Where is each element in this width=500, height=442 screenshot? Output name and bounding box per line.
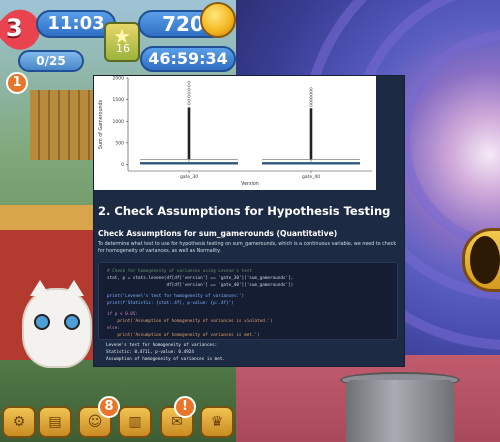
- outlier-point: [309, 104, 313, 107]
- outlier-point: [187, 91, 191, 95]
- event-countdown: 46:59:34: [140, 46, 236, 72]
- subsection-heading: Check Assumptions for sum_gamerounds (Qu…: [98, 229, 338, 238]
- output-line: Levene's test for homogeneity of varianc…: [106, 343, 218, 348]
- y-tick-label: 500: [115, 140, 124, 146]
- code-line: print(f'Statistic: {stat:.4f}, p-value: …: [107, 301, 234, 306]
- code-line: df[df['version'] == 'gate_40']['sum_game…: [107, 283, 294, 288]
- y-axis-label: Sum of Gamerounds: [98, 99, 104, 149]
- cell-output: Levene's test for homogeneity of varianc…: [98, 340, 398, 366]
- boxplot-chart: 0 500 1000 1500 2000 Sum of Gamerounds gate_30…: [98, 76, 372, 187]
- level-number: 16: [116, 42, 130, 55]
- cat-ear: [30, 280, 50, 296]
- outlier-point: [187, 102, 191, 106]
- cat-eye: [34, 314, 50, 330]
- events-badge: !: [174, 396, 196, 418]
- explanation-paragraph: To determine what test to use for hypoth…: [98, 242, 397, 254]
- code-line: # Check for homogeneity of variances usi…: [107, 269, 252, 274]
- chest-icon: ▤: [48, 414, 62, 430]
- leaderboard-button[interactable]: ▥: [118, 406, 152, 438]
- goals-progress[interactable]: 0/25: [18, 50, 84, 72]
- code-line: print('Assumption of homogeneity of vari…: [107, 333, 260, 338]
- code-cell[interactable]: # Check for homogeneity of variances usi…: [98, 262, 398, 340]
- outlier-point: [309, 90, 313, 93]
- y-tick-label: 1500: [113, 97, 125, 103]
- settings-button[interactable]: ⚙: [2, 406, 36, 438]
- x-tick-label: gate_40: [302, 174, 320, 180]
- lucky-cat-statue: [22, 280, 92, 368]
- leaderboard-icon: ▥: [128, 414, 142, 430]
- output-line: Assumption of homogeneity of variances i…: [106, 357, 225, 362]
- lives-count: 3: [6, 14, 23, 42]
- cat-ear: [64, 280, 84, 296]
- outlier-point: [187, 95, 191, 99]
- outlier-point: [309, 92, 313, 96]
- inbox-badge[interactable]: 1: [6, 72, 28, 94]
- y-tick-label: 2000: [113, 76, 125, 82]
- coin-icon[interactable]: [200, 2, 236, 38]
- season-button[interactable]: ♛: [200, 406, 234, 438]
- outlier-point: [309, 95, 313, 99]
- code-line: if p < 0.05:: [107, 312, 139, 317]
- code-line: stat, p = stats.levene(df[df['version'] …: [107, 276, 294, 281]
- outlier-point: [187, 84, 191, 88]
- code-line: print('Levene\'s test for homogeneity of…: [107, 294, 245, 299]
- trophy-icon: ♛: [210, 414, 224, 430]
- code-line: print('Assumption of homogeneity of vari…: [107, 319, 273, 324]
- outlier-point: [309, 101, 313, 105]
- x-tick-label: gate_30: [180, 174, 198, 180]
- outlier-point: [187, 88, 191, 91]
- notebook-scroll-area[interactable]: 0 500 1000 1500 2000 Sum of Gamerounds gate_30…: [94, 76, 404, 366]
- code-line: else:: [107, 326, 120, 331]
- section-heading: 2. Check Assumptions for Hypothesis Test…: [98, 204, 391, 218]
- pipe-opening: [470, 236, 500, 284]
- team-badge: 8: [98, 396, 120, 418]
- boxplot-output: 0 500 1000 1500 2000 Sum of Gamerounds gate_30…: [94, 76, 376, 190]
- outlier-point: [187, 80, 191, 84]
- y-tick-label: 0: [121, 162, 124, 168]
- outlier-point: [187, 98, 191, 102]
- trash-can: [346, 380, 454, 442]
- y-tick-label: 1000: [113, 119, 125, 125]
- outlier-point: [309, 87, 313, 91]
- output-line: Statistic: 0.4711, p-value: 0.4924: [106, 350, 194, 355]
- notebook-panel[interactable]: 0 500 1000 1500 2000 Sum of Gamerounds gate_30…: [94, 76, 404, 366]
- cat-eye: [64, 314, 80, 330]
- gear-icon: ⚙: [12, 414, 26, 430]
- team-icon: ☺: [87, 414, 103, 430]
- x-axis-label: Version: [241, 181, 259, 187]
- shop-button[interactable]: ▤: [38, 406, 72, 438]
- outlier-point: [309, 98, 313, 102]
